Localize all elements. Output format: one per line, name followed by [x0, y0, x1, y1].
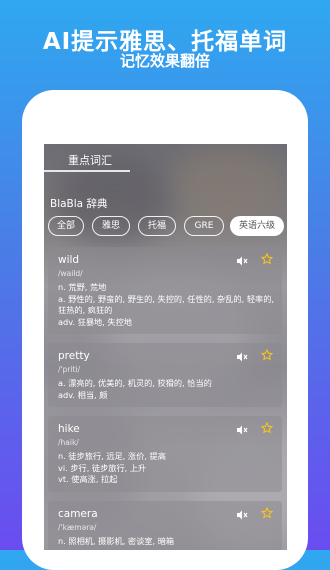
definition-line: n. 荒野, 荒地 [58, 282, 107, 292]
speaker-muted-icon[interactable] [236, 424, 248, 436]
word-definitions: n. 徒步旅行, 远足, 涨价, 提高 vi. 步行, 徒步旅行, 上升 vt.… [58, 451, 276, 486]
speaker-muted-icon[interactable] [236, 509, 248, 521]
word-card[interactable]: hike /haik/ n. 徒步旅行, 远足, 涨价, 提高 vi. 步行, … [48, 416, 282, 492]
star-icon[interactable] [261, 422, 273, 434]
word-card[interactable]: wild /waild/ n. 荒野, 荒地 a. 野性的, 野蛮的, 野生的,… [48, 247, 282, 334]
definition-line: adv. 狂暴地, 失控地 [58, 316, 132, 327]
filter-chip-cet6[interactable]: 英语六级 [230, 216, 284, 236]
filter-chip-toefl[interactable]: 托福 [138, 216, 176, 236]
word-card[interactable]: camera /'kæmərə/ n. 照相机, 摄影机, 密谈室, 暗箱 [48, 501, 282, 550]
definition-line: a. 漂亮的, 优美的, 机灵的, 狡猾的, 恰当的 [58, 378, 212, 388]
star-icon[interactable] [261, 349, 273, 361]
word-phonetic: /haik/ [58, 438, 79, 447]
word-card[interactable]: pretty /'priti/ a. 漂亮的, 优美的, 机灵的, 狡猾的, 恰… [48, 343, 282, 407]
filter-chips: 全部 雅思 托福 GRE 英语六级 [48, 216, 287, 236]
speaker-muted-icon[interactable] [236, 351, 248, 363]
star-icon[interactable] [261, 253, 273, 265]
word-text: pretty [58, 350, 90, 362]
definition-line: adv. 相当, 颇 [58, 389, 108, 400]
filter-chip-gre[interactable]: GRE [184, 216, 224, 236]
word-definitions: a. 漂亮的, 优美的, 机灵的, 狡猾的, 恰当的 adv. 相当, 颇 [58, 378, 276, 401]
tab-bar: 重点词汇 [44, 144, 287, 174]
definition-line: 狂热的, 疯狂的 [58, 305, 113, 315]
definition-line: vi. 步行, 徒步旅行, 上升 [58, 462, 147, 473]
star-icon[interactable] [261, 507, 273, 519]
definition-line: n. 照相机, 摄影机, 密谈室, 暗箱 [58, 536, 175, 546]
filter-chip-ielts[interactable]: 雅思 [92, 216, 130, 236]
tab-key-vocabulary[interactable]: 重点词汇 [68, 152, 112, 168]
word-phonetic: /waild/ [58, 269, 83, 278]
dictionary-title: BlaBla 辞典 [50, 198, 108, 210]
word-definitions: n. 荒野, 荒地 a. 野性的, 野蛮的, 野生的, 失控的, 任性的, 杂乱… [58, 282, 276, 328]
word-text: hike [58, 423, 80, 435]
word-phonetic: /'kæmərə/ [58, 523, 97, 532]
word-definitions: n. 照相机, 摄影机, 密谈室, 暗箱 [58, 536, 276, 548]
word-text: camera [58, 508, 98, 520]
app-screen: 重点词汇 BlaBla 辞典 全部 雅思 托福 GRE 英语六级 wild /w… [44, 144, 287, 550]
tab-indicator [44, 170, 130, 172]
definition-line: n. 徒步旅行, 远足, 涨价, 提高 [58, 451, 166, 461]
word-text: wild [58, 254, 80, 266]
definition-line: vt. 使高涨, 拉起 [58, 474, 118, 484]
word-phonetic: /'priti/ [58, 365, 81, 374]
filter-chip-all[interactable]: 全部 [48, 216, 84, 236]
banner-subline: 记忆效果翻倍 [119, 52, 210, 70]
speaker-muted-icon[interactable] [236, 255, 248, 267]
definition-line: a. 野性的, 野蛮的, 野生的, 失控的, 任性的, 杂乱的, 轻率的, [58, 293, 274, 304]
